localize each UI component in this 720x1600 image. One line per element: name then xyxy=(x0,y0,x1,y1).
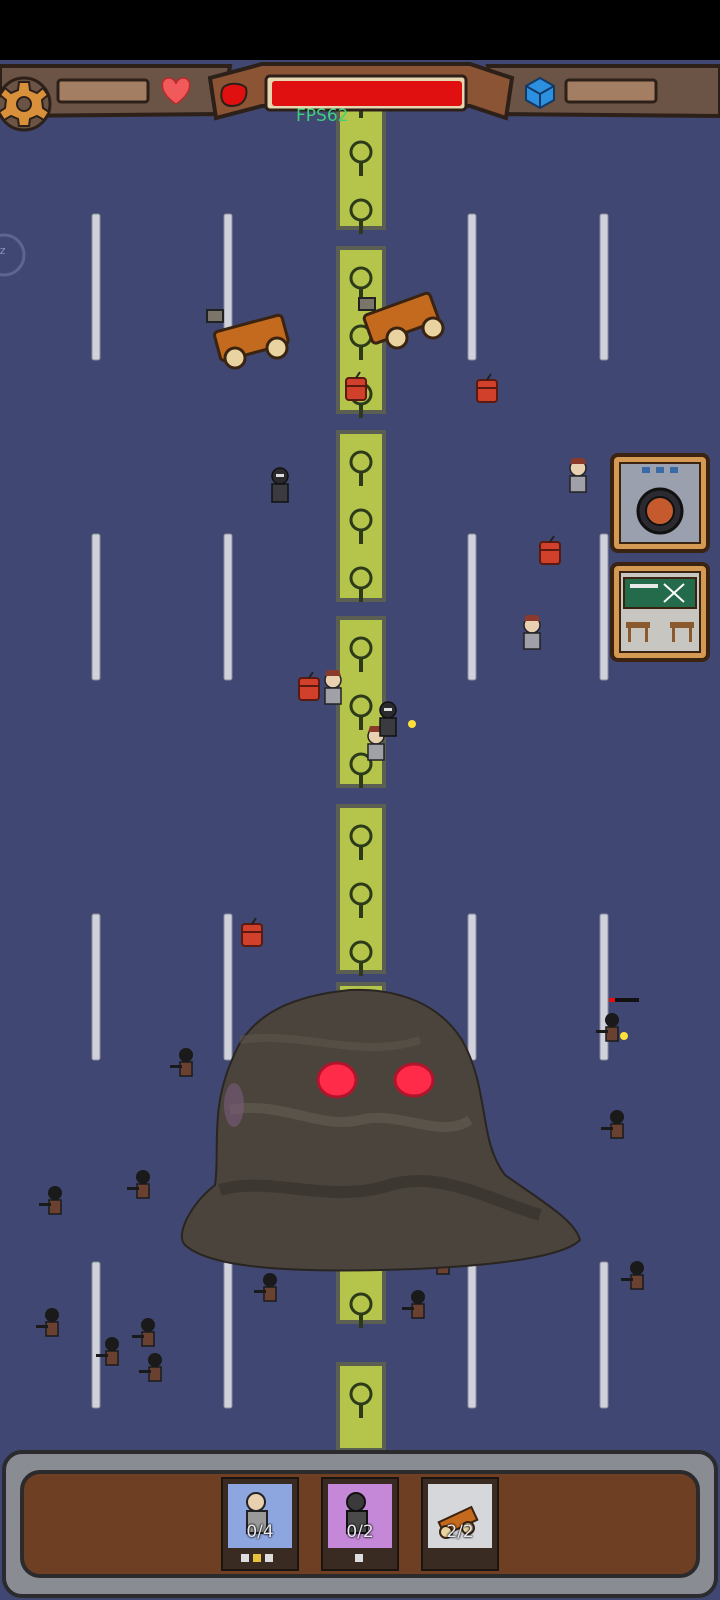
special-ops-count: 0/2 xyxy=(346,1522,374,1542)
tree-trunk xyxy=(359,220,363,234)
tree-trunk xyxy=(359,846,363,860)
catapult-count: 2/2 xyxy=(446,1522,474,1542)
special-ops-unit[interactable] xyxy=(271,467,289,503)
median-planter xyxy=(336,804,386,974)
life-bar xyxy=(56,78,150,104)
tree-trunk xyxy=(359,530,363,544)
gear-icon[interactable] xyxy=(0,76,52,132)
lane-marker xyxy=(223,913,233,1061)
lane-marker xyxy=(223,533,233,681)
median-planter xyxy=(336,616,386,788)
red-blob-icon xyxy=(220,82,248,108)
zz-label: zz xyxy=(0,244,6,257)
gunman-count: 0/4 xyxy=(246,1522,274,1542)
muzzle-flash xyxy=(620,1032,628,1040)
lane-marker xyxy=(599,533,609,681)
tree-trunk xyxy=(359,346,363,360)
status-bar xyxy=(0,0,720,60)
lane-marker xyxy=(467,1261,477,1409)
speaker-skill-button[interactable] xyxy=(610,453,710,553)
classroom-icon xyxy=(623,577,697,609)
resource-bar xyxy=(564,78,658,104)
top-hud xyxy=(0,62,720,121)
lane-marker xyxy=(91,913,101,1061)
game-scene xyxy=(0,0,720,1600)
special-ops-unit[interactable] xyxy=(379,701,397,737)
lane-marker xyxy=(599,1261,609,1409)
fps-counter: FPS62 xyxy=(296,106,349,126)
lane-marker xyxy=(91,1261,101,1409)
tree-trunk xyxy=(359,588,363,602)
tree-trunk xyxy=(359,404,363,418)
boss-health-bar xyxy=(272,81,462,106)
tree-trunk xyxy=(359,658,363,672)
enemy-health-fill xyxy=(609,998,615,1002)
tree-trunk xyxy=(359,1314,363,1328)
game-screen: FPS62 zz 0/4 0/2 2/2 xyxy=(0,0,720,1600)
basic-skill-button[interactable] xyxy=(610,562,710,662)
lane-marker xyxy=(599,213,609,361)
lane-marker xyxy=(467,533,477,681)
boss-eye xyxy=(316,1061,358,1099)
tree-trunk xyxy=(359,716,363,730)
lane-marker xyxy=(467,913,477,1061)
boss-eye xyxy=(393,1062,435,1098)
tree-trunk xyxy=(359,472,363,486)
blue-cube-icon xyxy=(525,76,555,110)
lane-marker xyxy=(223,1261,233,1409)
tree-trunk xyxy=(359,962,363,976)
muzzle-flash xyxy=(408,720,416,728)
median-planter xyxy=(336,430,386,602)
lane-marker xyxy=(91,533,101,681)
tree-trunk xyxy=(359,774,363,788)
lane-marker xyxy=(91,213,101,361)
tree-trunk xyxy=(359,162,363,176)
lane-marker xyxy=(467,213,477,361)
tree-trunk xyxy=(359,1404,363,1418)
tree-trunk xyxy=(359,904,363,918)
